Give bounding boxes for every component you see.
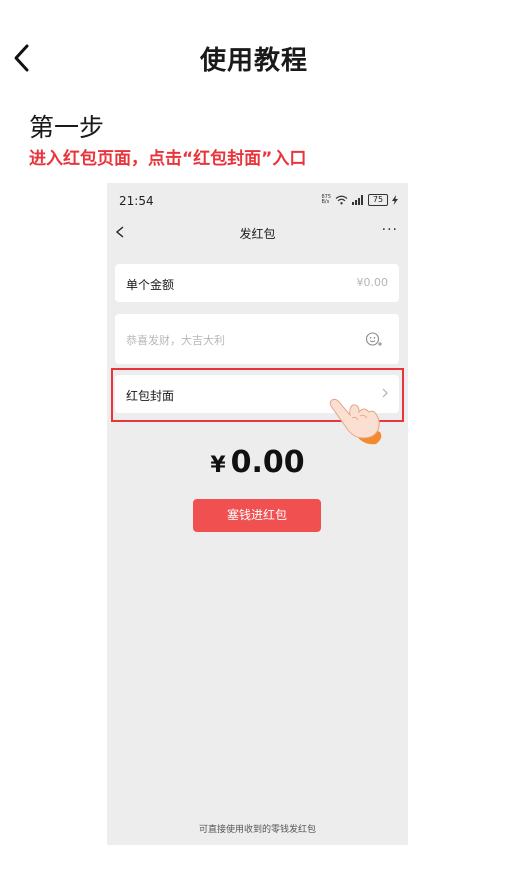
- status-time: 21:54: [119, 194, 154, 208]
- amount-value: ¥0.00: [356, 276, 389, 289]
- net-speed-unit: B/s: [321, 199, 330, 205]
- step-title: 第一步: [29, 113, 105, 142]
- message-placeholder: 恭喜发财，大吉大利: [126, 334, 225, 347]
- page-title: 使用教程: [199, 46, 308, 76]
- amount-label: 单个金额: [126, 278, 175, 292]
- message-field[interactable]: 恭喜发财，大吉大利: [115, 314, 399, 364]
- signal-icon: [352, 195, 363, 205]
- amount-row[interactable]: 单个金额 ¥0.00: [115, 264, 399, 302]
- battery-indicator: 75: [368, 194, 388, 206]
- wifi-icon: [335, 195, 348, 205]
- emoji-icon[interactable]: [365, 331, 383, 347]
- net-speed: 875 B/s: [321, 195, 331, 205]
- phone-screenshot: 21:54 875 B/s 75 发红包 ··· 单个金额 ¥0.00 恭喜发财…: [107, 183, 408, 845]
- step-description: 进入红包页面，点击“红包封面”入口: [29, 149, 307, 169]
- status-icons: 875 B/s 75: [321, 193, 398, 207]
- footnote: 可直接使用收到的零钱发红包: [198, 825, 316, 835]
- amount-total: 0.00: [230, 445, 305, 480]
- top-nav: 使用教程: [0, 30, 508, 86]
- charging-icon: [392, 195, 398, 205]
- currency-symbol: ¥: [210, 453, 226, 478]
- pointing-hand-icon: [329, 398, 382, 445]
- phone-title: 发红包: [239, 227, 276, 241]
- status-bar: 21:54 875 B/s 75: [107, 183, 408, 219]
- phone-header: 发红包 ···: [107, 219, 408, 249]
- send-red-packet-button[interactable]: 塞钱进红包: [193, 499, 321, 532]
- more-icon[interactable]: ···: [382, 222, 398, 238]
